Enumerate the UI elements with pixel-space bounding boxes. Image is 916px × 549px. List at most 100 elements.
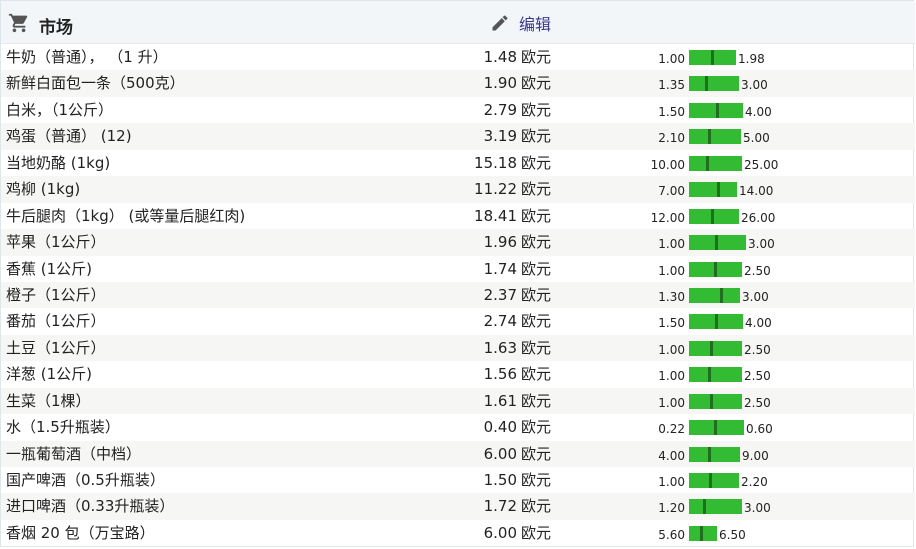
range-min: 2.10 xyxy=(658,131,685,146)
range-max: 2.50 xyxy=(744,369,771,384)
table-row: 进口啤酒（0.33升瓶装） 1.72 欧元 1.20 3.00 xyxy=(1,493,915,520)
price-marker xyxy=(715,235,718,251)
item-name: 当地奶酪 (1kg) xyxy=(6,153,111,172)
table-row: 鸡柳 (1kg) 11.22 欧元 7.00 14.00 xyxy=(1,176,915,203)
price-marker xyxy=(720,287,723,303)
table-row: 牛奶（普通）， （1 升） 1.48 欧元 1.00 1.98 xyxy=(1,44,915,70)
price-marker xyxy=(708,129,711,145)
item-currency: 欧元 xyxy=(521,233,552,252)
price-range-bar xyxy=(689,102,743,118)
range-min: 0.22 xyxy=(658,422,685,437)
item-currency: 欧元 xyxy=(521,444,552,463)
item-name: 牛后腿肉（1kg） (或等量后腿红肉) xyxy=(6,206,246,225)
item-name: 土豆（1公斤） xyxy=(6,338,106,357)
price-range-bar xyxy=(689,182,737,198)
item-currency: 欧元 xyxy=(521,127,552,146)
item-price: 11.22 xyxy=(474,180,517,199)
item-price: 6.00 xyxy=(483,444,517,463)
range-max: 26.00 xyxy=(741,210,776,225)
price-range-bar xyxy=(689,76,739,92)
item-currency: 欧元 xyxy=(521,391,552,410)
item-currency: 欧元 xyxy=(521,338,552,357)
market-panel: 市场 编辑 牛奶（普通）， （1 升） 1.48 欧元 1.00 1.98 新鲜白面包一条… xyxy=(0,0,915,547)
price-range-bar xyxy=(689,340,742,356)
item-currency: 欧元 xyxy=(521,312,552,331)
price-marker xyxy=(708,367,711,383)
table-row: 香烟 20 包（万宝路） 6.00 欧元 5.60 6.50 xyxy=(1,520,915,546)
range-max: 9.00 xyxy=(742,448,769,463)
item-currency: 欧元 xyxy=(521,48,552,66)
range-max: 5.00 xyxy=(743,131,770,146)
price-marker xyxy=(705,76,708,92)
range-min: 1.00 xyxy=(658,263,685,278)
price-range-bar xyxy=(689,129,741,145)
range-min: 12.00 xyxy=(650,210,685,225)
item-price: 1.96 xyxy=(483,233,517,252)
item-currency: 欧元 xyxy=(521,74,552,93)
item-currency: 欧元 xyxy=(521,365,552,384)
item-name: 水（1.5升瓶装） xyxy=(6,418,120,437)
item-name: 一瓶葡萄酒（中档） xyxy=(6,444,142,463)
price-range-bar xyxy=(689,446,740,462)
range-max: 3.00 xyxy=(744,501,771,516)
range-min: 1.00 xyxy=(658,342,685,357)
price-marker xyxy=(714,420,717,436)
item-name: 白米，（1公斤） xyxy=(6,100,114,119)
price-range-bar xyxy=(689,208,739,224)
price-marker xyxy=(710,340,713,356)
table-row: 鸡蛋（普通） (12) 3.19 欧元 2.10 5.00 xyxy=(1,123,915,150)
range-max: 2.50 xyxy=(744,342,771,357)
item-price: 0.40 xyxy=(483,418,517,437)
item-name: 鸡柳 (1kg) xyxy=(6,180,81,199)
item-currency: 欧元 xyxy=(521,497,552,516)
item-price: 6.00 xyxy=(483,523,517,542)
price-range-bar xyxy=(689,155,742,171)
item-currency: 欧元 xyxy=(521,285,552,304)
table-row: 橙子（1公斤） 2.37 欧元 1.30 3.00 xyxy=(1,281,915,309)
range-max: 1.98 xyxy=(738,52,765,66)
range-min: 1.20 xyxy=(658,501,685,516)
range-max: 3.00 xyxy=(748,237,775,252)
item-price: 2.37 xyxy=(483,285,517,304)
item-currency: 欧元 xyxy=(521,100,552,119)
item-name: 橙子（1公斤） xyxy=(6,285,106,304)
price-marker xyxy=(711,208,714,224)
item-currency: 欧元 xyxy=(521,523,552,542)
price-marker xyxy=(706,155,709,171)
item-price: 1.61 xyxy=(483,391,517,410)
price-marker xyxy=(714,261,717,277)
range-min: 1.00 xyxy=(658,237,685,252)
item-price: 1.48 xyxy=(483,48,517,66)
range-min: 5.60 xyxy=(658,527,685,542)
item-name: 香烟 20 包（万宝路） xyxy=(6,523,155,542)
range-max: 3.00 xyxy=(742,289,769,304)
item-name: 番茄（1公斤） xyxy=(6,312,106,331)
item-currency: 欧元 xyxy=(521,206,552,225)
table-row: 新鲜白面包一条（500克） 1.90 欧元 1.35 3.00 xyxy=(1,70,915,97)
table-row: 国产啤酒（0.5升瓶装） 1.50 欧元 1.00 2.20 xyxy=(1,467,915,493)
price-marker xyxy=(716,102,719,118)
shopping-cart-icon xyxy=(8,13,28,33)
edit-link[interactable]: 编辑 xyxy=(490,11,551,35)
table-row: 苹果（1公斤） 1.96 欧元 1.00 3.00 xyxy=(1,229,915,256)
item-name: 苹果（1公斤） xyxy=(6,233,106,252)
range-max: 0.60 xyxy=(746,422,773,437)
item-name: 鸡蛋（普通） (12) xyxy=(6,127,132,146)
range-max: 2.20 xyxy=(741,475,768,489)
price-range-bar xyxy=(689,235,746,251)
item-price: 2.79 xyxy=(483,100,517,119)
item-price: 1.56 xyxy=(483,365,517,384)
item-name: 进口啤酒（0.33升瓶装） xyxy=(6,497,175,516)
price-range-bar xyxy=(689,393,742,409)
table-row: 土豆（1公斤） 1.63 欧元 1.00 2.50 xyxy=(1,334,915,362)
table-row: 香蕉 (1公斤) 1.74 欧元 1.00 2.50 xyxy=(1,256,915,282)
range-max: 2.50 xyxy=(744,263,771,278)
range-max: 6.50 xyxy=(719,527,746,542)
price-marker xyxy=(711,50,714,65)
range-min: 1.00 xyxy=(658,369,685,384)
item-price: 3.19 xyxy=(483,127,517,146)
item-price: 1.74 xyxy=(483,259,517,278)
price-table: 牛奶（普通）， （1 升） 1.48 欧元 1.00 1.98 新鲜白面包一条（500克）… xyxy=(1,44,915,546)
price-marker xyxy=(708,446,711,462)
table-row: 番茄（1公斤） 2.74 欧元 1.50 4.00 xyxy=(1,308,915,334)
